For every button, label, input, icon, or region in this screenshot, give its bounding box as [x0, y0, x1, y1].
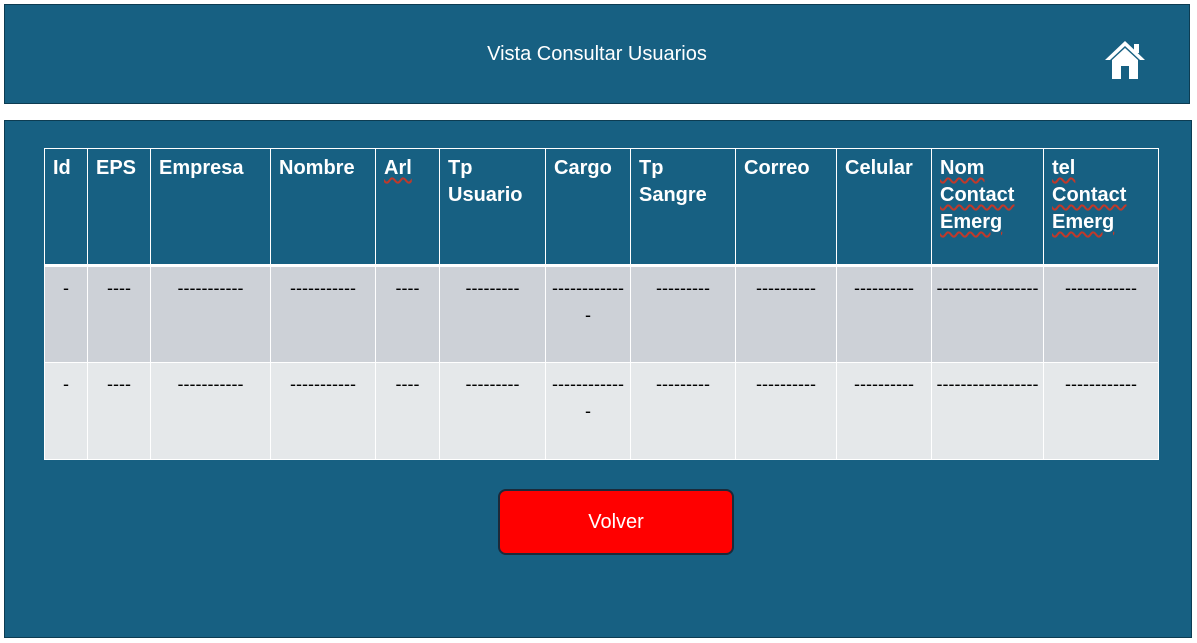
column-header: Empresa: [150, 148, 271, 266]
table-cell: -----------: [150, 362, 271, 460]
main-panel: Id EPS Empresa Nombre Arl Tp Usuario Cargo Tp S…: [4, 120, 1192, 638]
table-cell: ----------: [836, 264, 932, 363]
column-header: tel Contact Emerg: [1043, 148, 1159, 266]
table-header-row: Id EPS Empresa Nombre Arl Tp Usuario Cargo Tp S…: [44, 148, 1159, 266]
column-header-label: Empresa: [159, 157, 244, 179]
home-icon[interactable]: [1101, 36, 1149, 82]
column-header: Tp Sangre: [630, 148, 736, 266]
column-header-label: Celular: [845, 157, 913, 179]
table-cell: ---------: [439, 362, 546, 460]
column-header-label: Cargo: [554, 157, 612, 179]
volver-button[interactable]: Volver: [498, 489, 734, 555]
table-cell: -----------: [270, 362, 376, 460]
column-header: Correo: [735, 148, 837, 266]
table-cell: -----------: [150, 264, 271, 363]
table-cell: ---------: [630, 362, 736, 460]
table-cell: ------------: [1043, 362, 1159, 460]
table-cell: -: [44, 362, 88, 460]
table-cell: -------------: [545, 362, 631, 460]
table-cell: -----------------: [931, 362, 1044, 460]
table-row: - ---- ----------- ----------- ---- ---------…: [44, 264, 1159, 363]
column-header: Celular: [836, 148, 932, 266]
column-header: Cargo: [545, 148, 631, 266]
table-cell: ---------: [630, 264, 736, 363]
table-body: - ---- ----------- ----------- ---- ---------…: [44, 264, 1159, 460]
table-row: - ---- ----------- ----------- ---- ---------…: [44, 362, 1159, 460]
column-header: Arl: [375, 148, 440, 266]
column-header: Id: [44, 148, 88, 266]
table-cell: ------------: [1043, 264, 1159, 363]
column-header-label: Nom Contact Emerg: [940, 157, 1015, 233]
table-cell: -------------: [545, 264, 631, 363]
column-header-label: Id: [53, 157, 71, 179]
column-header-label: Nombre: [279, 157, 355, 179]
table-cell: -----------------: [931, 264, 1044, 363]
table-cell: ----: [87, 264, 151, 363]
table-cell: -: [44, 264, 88, 363]
column-header-label: Tp Sangre: [639, 157, 707, 206]
column-header-label: Correo: [744, 157, 810, 179]
column-header: Tp Usuario: [439, 148, 546, 266]
table-cell: ----: [375, 264, 440, 363]
column-header-label: Arl: [384, 157, 412, 179]
table-cell: ---------: [439, 264, 546, 363]
header-bar: Vista Consultar Usuarios: [4, 4, 1190, 104]
table-cell: ----: [87, 362, 151, 460]
column-header: Nombre: [270, 148, 376, 266]
table-cell: ----------: [735, 264, 837, 363]
table-cell: ----: [375, 362, 440, 460]
column-header-label: EPS: [96, 157, 137, 179]
table-cell: ----------: [836, 362, 932, 460]
users-table: Id EPS Empresa Nombre Arl Tp Usuario Cargo Tp S…: [44, 148, 1159, 460]
column-header: Nom Contact Emerg: [931, 148, 1044, 266]
page-title: Vista Consultar Usuarios: [487, 43, 707, 65]
column-header: EPS: [87, 148, 151, 266]
table-cell: -----------: [270, 264, 376, 363]
table-cell: ----------: [735, 362, 837, 460]
column-header-label: tel Contact Emerg: [1052, 157, 1127, 233]
column-header-label: Tp Usuario: [448, 157, 523, 206]
